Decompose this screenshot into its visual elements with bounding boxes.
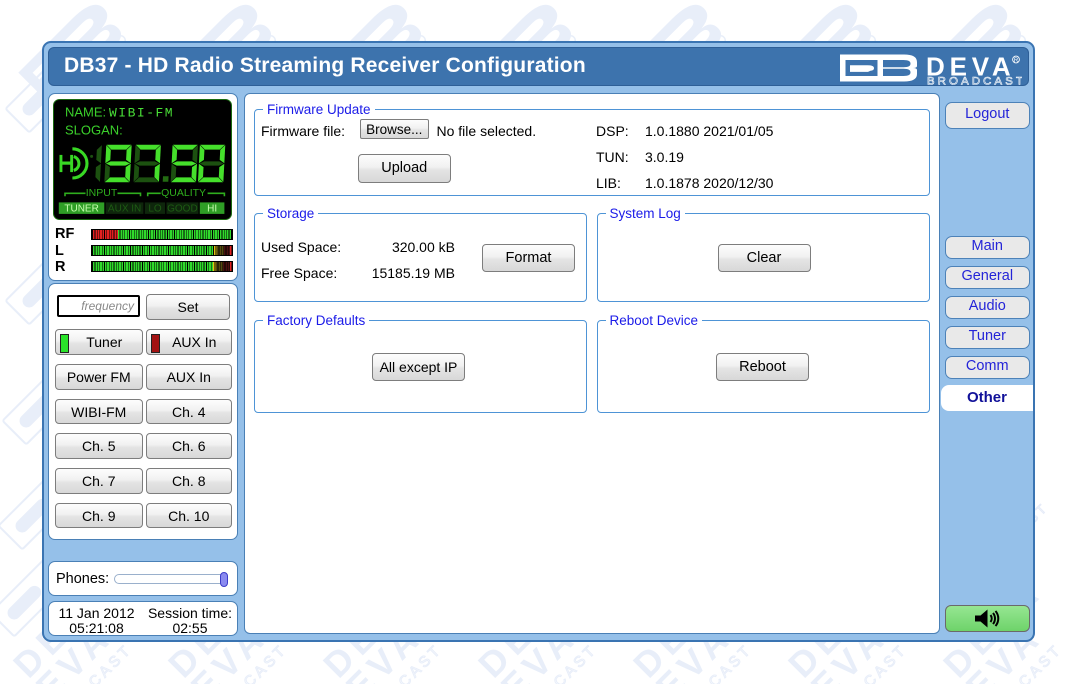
svg-text:HI: HI: [207, 204, 217, 215]
svg-text:GOOD: GOOD: [167, 204, 198, 215]
svg-text:NAME:: NAME:: [65, 105, 106, 120]
svg-text:BROADCAST: BROADCAST: [927, 76, 1022, 87]
svg-text:WIBI-FM: WIBI-FM: [109, 106, 174, 121]
svg-text:QUALITY: QUALITY: [161, 187, 206, 199]
svg-text:AUX IN: AUX IN: [108, 204, 141, 215]
svg-text:LO: LO: [148, 204, 162, 215]
svg-text:INPUT: INPUT: [86, 187, 118, 199]
svg-text:TUNER: TUNER: [64, 204, 98, 215]
svg-text:SLOGAN:: SLOGAN:: [65, 123, 123, 138]
svg-text:R: R: [1014, 58, 1019, 64]
